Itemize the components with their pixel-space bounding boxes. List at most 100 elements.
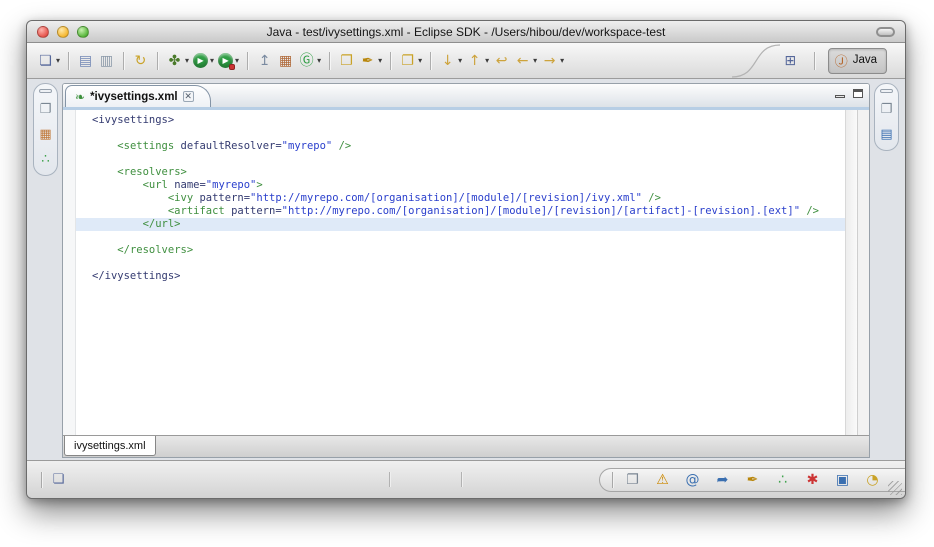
open-resource-button[interactable]: ❐▾ [397, 50, 424, 71]
hierarchy-view-button[interactable]: ∴ [772, 469, 793, 490]
code-token-val: "http://myrepo.com/[organisation]/[modul… [250, 192, 642, 204]
java-perspective-button[interactable]: Ⓙ Java [828, 48, 887, 74]
plugin-button[interactable]: ▦ [275, 50, 296, 71]
toolbar-separator [814, 52, 815, 70]
toolbar-separator [123, 52, 124, 70]
toolbar-toggle-button[interactable] [876, 27, 895, 37]
javadoc-view-button[interactable]: @ [682, 469, 703, 490]
trim-handle[interactable] [39, 89, 52, 93]
problems-view-icon: ⚠ [654, 471, 671, 488]
refresh-icon: ↻ [132, 52, 149, 69]
code-line[interactable]: <url name="myrepo"> [76, 179, 845, 192]
search-view-button[interactable]: ✒ [742, 469, 763, 490]
previous-annotation-button[interactable]: ↑▾ [464, 50, 491, 71]
declaration-view-button[interactable]: ➦ [712, 469, 733, 490]
toolbar-separator [68, 52, 69, 70]
forward-icon: → [541, 52, 558, 69]
save-button[interactable]: ▤ [75, 50, 96, 71]
dropdown-arrow-icon[interactable]: ▾ [56, 56, 60, 65]
dropdown-arrow-icon[interactable]: ▾ [235, 56, 239, 65]
problems-view-button[interactable]: ⚠ [652, 469, 673, 490]
code-line[interactable] [76, 231, 845, 244]
last-edit-location-button[interactable]: ↩ [491, 50, 512, 71]
hierarchy-view-icon: ∴ [774, 471, 791, 488]
forward-button[interactable]: →▾ [539, 50, 566, 71]
main-toolbar: ❏▾▤▥↻✤▾▶▾▶▾↥▦Ⓖ▾❐✒▾❐▾↓▾↑▾↩←▾→▾ ⊞ Ⓙ Java [27, 43, 905, 79]
outline-view-button[interactable]: ∴ [37, 151, 54, 168]
minimize-editor-button[interactable] [835, 95, 845, 98]
restore-pane-button[interactable]: ❐ [37, 101, 54, 118]
new-wizard-icon: ❏ [37, 52, 54, 69]
restore-pane-button[interactable]: ❐ [622, 469, 643, 490]
import-button[interactable]: ↥ [254, 50, 275, 71]
window-resize-grip[interactable] [888, 481, 902, 495]
dropdown-arrow-icon[interactable]: ▾ [418, 56, 422, 65]
trim-handle[interactable] [880, 89, 893, 93]
code-line[interactable] [76, 153, 845, 166]
left-trim: ❐ ▦ ∴ [32, 83, 59, 458]
code-line[interactable] [76, 127, 845, 140]
code-line[interactable] [76, 257, 845, 270]
dropdown-arrow-icon[interactable]: ▾ [533, 56, 537, 65]
close-tab-icon[interactable]: ✕ [183, 91, 194, 102]
console-view-button[interactable]: ▣ [832, 469, 853, 490]
code-token-tag: <artifact [168, 205, 231, 217]
java-perspective-label: Java [853, 54, 877, 66]
code-token-tag: <resolvers> [117, 166, 187, 178]
ivy-file-icon: ❧ [75, 90, 85, 104]
code-line[interactable]: </resolvers> [76, 244, 845, 257]
code-line[interactable]: <resolvers> [76, 166, 845, 179]
code-token-tag: </resolvers> [117, 244, 193, 256]
open-perspective-button[interactable]: ⊞ [780, 50, 801, 71]
dropdown-arrow-icon[interactable]: ▾ [485, 56, 489, 65]
refresh-button[interactable]: ↻ [130, 50, 151, 71]
tasks-view-button[interactable]: ✱ [802, 469, 823, 490]
source-page-tab[interactable]: ivysettings.xml [64, 436, 156, 456]
maximize-editor-button[interactable] [853, 89, 863, 98]
right-view-stack: ❐▤ [874, 83, 899, 151]
print-button[interactable]: ▥ [96, 50, 117, 71]
title-bar[interactable]: Java - test/ivysettings.xml - Eclipse SD… [27, 21, 905, 43]
code-line[interactable]: <ivysettings> [76, 114, 845, 127]
debug-button[interactable]: ✤▾ [164, 50, 191, 71]
vertical-scrollbar[interactable] [845, 110, 857, 435]
code-token-tag: /> [332, 140, 351, 152]
annotation-ruler[interactable] [63, 110, 76, 435]
external-tools-button[interactable]: ▶▾ [216, 51, 241, 70]
search-button[interactable]: ✒▾ [357, 50, 384, 71]
dropdown-arrow-icon[interactable]: ▾ [458, 56, 462, 65]
next-annotation-button[interactable]: ↓▾ [437, 50, 464, 71]
open-artifact-button[interactable]: ❐ [336, 50, 357, 71]
restore-pane-icon: ❐ [878, 101, 895, 118]
xml-source-text[interactable]: <ivysettings> <settings defaultResolver=… [76, 110, 845, 435]
run-button[interactable]: ▶▾ [191, 51, 216, 70]
editor-tab-ivysettings[interactable]: ❧ *ivysettings.xml ✕ [65, 85, 211, 107]
green-action-button[interactable]: Ⓖ▾ [296, 50, 323, 71]
dropdown-arrow-icon[interactable]: ▾ [317, 56, 321, 65]
minimize-window-button[interactable] [57, 26, 69, 38]
code-token-attr: name= [174, 179, 206, 191]
code-line[interactable]: <artifact pattern="http://myrepo.com/[or… [76, 205, 845, 218]
dropdown-arrow-icon[interactable]: ▾ [185, 56, 189, 65]
back-button[interactable]: ←▾ [512, 50, 539, 71]
code-line[interactable]: </ivysettings> [76, 270, 845, 283]
restore-pane-button[interactable]: ❐ [878, 101, 895, 118]
save-icon: ▤ [77, 52, 94, 69]
fast-view-button[interactable]: ❏ [50, 471, 67, 488]
code-line[interactable]: <ivy pattern="http://myrepo.com/[organis… [76, 192, 845, 205]
new-wizard-button[interactable]: ❏▾ [35, 50, 62, 71]
history-view-button[interactable]: ◔ [862, 469, 883, 490]
overview-ruler[interactable] [857, 110, 869, 435]
outline-view-button[interactable]: ▤ [878, 126, 895, 143]
xml-editor-content[interactable]: <ivysettings> <settings defaultResolver=… [63, 110, 869, 435]
grid-view-button[interactable]: ▦ [37, 126, 54, 143]
code-token-attr: defaultResolver= [181, 140, 282, 152]
dropdown-arrow-icon[interactable]: ▾ [210, 56, 214, 65]
code-line[interactable]: <settings defaultResolver="myrepo" /> [76, 140, 845, 153]
close-window-button[interactable] [37, 26, 49, 38]
code-line[interactable]: </url> [76, 218, 845, 231]
left-view-stack: ❐ ▦ ∴ [33, 83, 58, 176]
dropdown-arrow-icon[interactable]: ▾ [560, 56, 564, 65]
zoom-window-button[interactable] [77, 26, 89, 38]
dropdown-arrow-icon[interactable]: ▾ [378, 56, 382, 65]
